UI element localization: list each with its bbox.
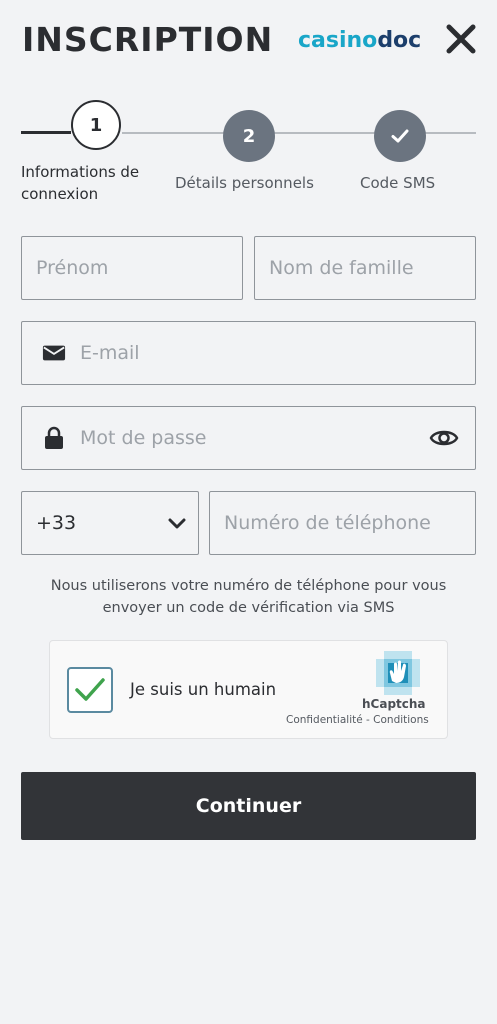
hcaptcha-logo-icon <box>376 651 420 695</box>
password-input[interactable] <box>66 427 429 449</box>
step-1-label-line2: connexion <box>21 185 99 203</box>
casinodoc-logo: casino doc <box>298 24 421 56</box>
captcha-terms-link[interactable]: Conditions <box>373 714 429 726</box>
sms-note-line2: envoyer un code de vérification via SMS <box>102 600 395 616</box>
step-2-circle: 2 <box>223 110 275 162</box>
header: INSCRIPTION casino doc <box>0 0 497 80</box>
envelope-icon <box>42 341 66 365</box>
page-title: INSCRIPTION <box>22 20 274 59</box>
captcha-brand: hCaptcha <box>362 697 426 711</box>
phone-field <box>209 491 476 555</box>
phone-input[interactable] <box>210 512 475 534</box>
stepper-line-done <box>21 131 71 134</box>
step-2-label: Détails personnels <box>175 174 314 192</box>
email-field <box>21 321 476 385</box>
logo-text-secondary: doc <box>377 27 422 53</box>
lock-icon <box>42 426 66 450</box>
step-2-number: 2 <box>242 125 256 147</box>
continue-button[interactable]: Continuer <box>21 772 476 840</box>
step-1-circle: 1 <box>71 100 121 150</box>
hcaptcha-widget: Je suis un humain hCaptcha Confidentiali… <box>49 640 448 739</box>
close-icon <box>446 24 476 54</box>
sms-note: Nous utiliserons votre numéro de télépho… <box>21 575 476 619</box>
step-1-label: Informations de connexion <box>21 161 139 205</box>
captcha-privacy-link[interactable]: Confidentialité <box>286 714 363 726</box>
country-code-select[interactable]: +33 <box>21 491 199 555</box>
step-1-number: 1 <box>89 114 103 136</box>
last-name-field <box>254 236 476 300</box>
step-3-circle <box>374 110 426 162</box>
chevron-down-icon <box>168 518 186 529</box>
close-button[interactable] <box>444 22 478 56</box>
password-field <box>21 406 476 470</box>
captcha-checkbox[interactable] <box>67 667 113 713</box>
captcha-links-separator: - <box>362 714 374 726</box>
step-1-label-line1: Informations de <box>21 163 140 181</box>
step-3-label: Code SMS <box>360 174 436 192</box>
email-input[interactable] <box>66 342 475 364</box>
last-name-input[interactable] <box>255 257 475 279</box>
first-name-field <box>21 236 243 300</box>
country-code-value: +33 <box>36 512 77 534</box>
captcha-label: Je suis un humain <box>130 680 277 699</box>
checkmark-icon <box>75 678 105 701</box>
checkmark-icon <box>391 129 409 143</box>
captcha-links: Confidentialité - Conditions <box>286 714 429 726</box>
logo-text-primary: casino <box>298 27 378 53</box>
sms-note-line1: Nous utiliserons votre numéro de télépho… <box>50 578 447 594</box>
show-password-toggle[interactable] <box>429 426 459 450</box>
eye-icon <box>429 430 459 446</box>
first-name-input[interactable] <box>22 257 242 279</box>
